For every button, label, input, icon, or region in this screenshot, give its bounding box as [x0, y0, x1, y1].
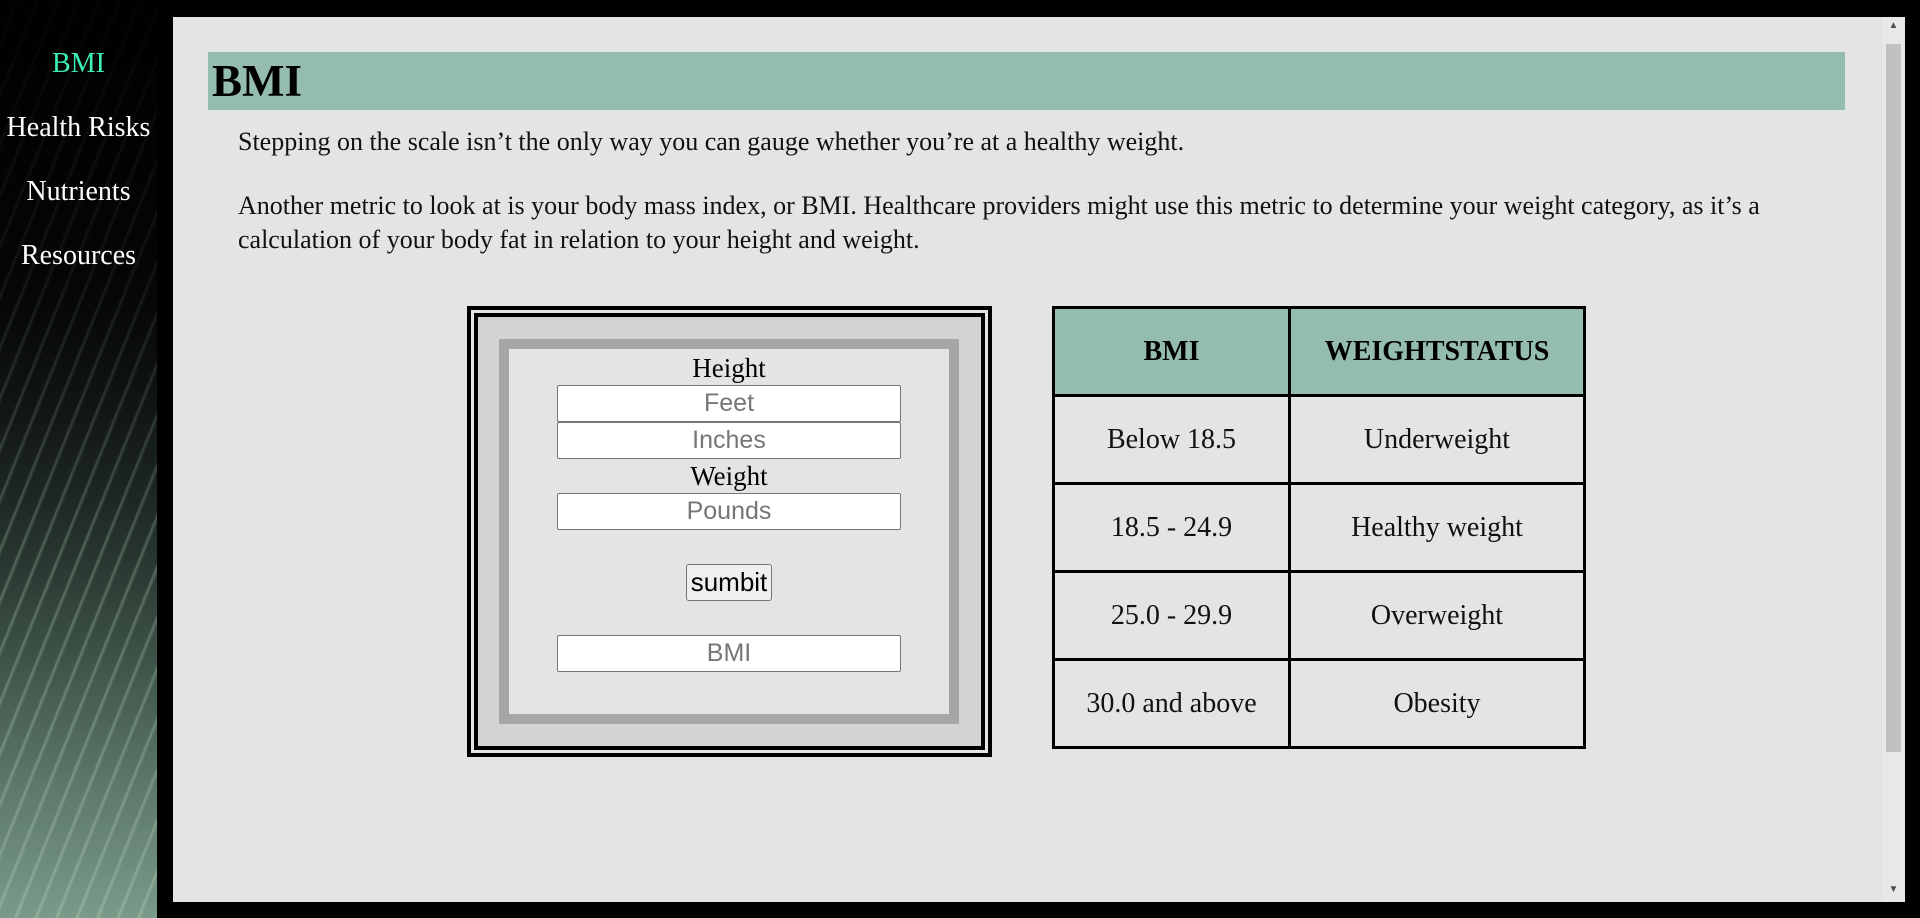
table-row: 18.5 - 24.9 Healthy weight — [1052, 482, 1586, 573]
bmi-range-cell: 25.0 - 29.9 — [1052, 570, 1291, 661]
bmi-range-cell: Below 18.5 — [1052, 394, 1291, 485]
title-bar — [208, 52, 1845, 110]
bmi-range-cell: 30.0 and above — [1052, 658, 1291, 749]
height-label: Height — [692, 353, 766, 383]
table-header-row: BMI WEIGHTSTATUS — [1052, 306, 1586, 397]
inches-input[interactable] — [557, 422, 901, 459]
nav-item-health-risks[interactable]: Health Risks — [0, 111, 157, 145]
nav-item-resources[interactable]: Resources — [0, 239, 157, 273]
submit-button[interactable]: sumbit — [686, 564, 772, 601]
table-row: 25.0 - 29.9 Overweight — [1052, 570, 1586, 661]
nav-item-nutrients[interactable]: Nutrients — [0, 175, 157, 209]
nav-item-bmi[interactable]: BMI — [0, 47, 157, 81]
page-title: BMI — [212, 56, 302, 106]
sidebar: BMI Health Risks Nutrients Resources — [0, 0, 157, 918]
pounds-input[interactable] — [557, 493, 901, 530]
bmi-description-paragraph: Another metric to look at is your body m… — [238, 191, 1760, 254]
header-bmi: BMI — [1052, 306, 1291, 397]
feet-input[interactable] — [557, 385, 901, 422]
scroll-down-icon[interactable]: ▼ — [1886, 884, 1901, 895]
table-row: Below 18.5 Underweight — [1052, 394, 1586, 485]
weight-status-cell: Healthy weight — [1288, 482, 1586, 573]
header-weight-status: WEIGHTSTATUS — [1288, 306, 1586, 397]
weight-status-cell: Obesity — [1288, 658, 1586, 749]
bmi-weight-status-table: BMI WEIGHTSTATUS Below 18.5 Underweight … — [1052, 306, 1586, 749]
weight-label: Weight — [690, 461, 768, 491]
scroll-up-icon[interactable]: ▲ — [1886, 20, 1901, 31]
bmi-range-cell: 18.5 - 24.9 — [1052, 482, 1291, 573]
bmi-result-field[interactable] — [557, 635, 901, 672]
weight-status-cell: Overweight — [1288, 570, 1586, 661]
weight-status-cell: Underweight — [1288, 394, 1586, 485]
scrollbar-thumb[interactable] — [1886, 44, 1901, 752]
table-row: 30.0 and above Obesity — [1052, 658, 1586, 749]
intro-paragraph: Stepping on the scale isn’t the only way… — [238, 127, 1185, 156]
